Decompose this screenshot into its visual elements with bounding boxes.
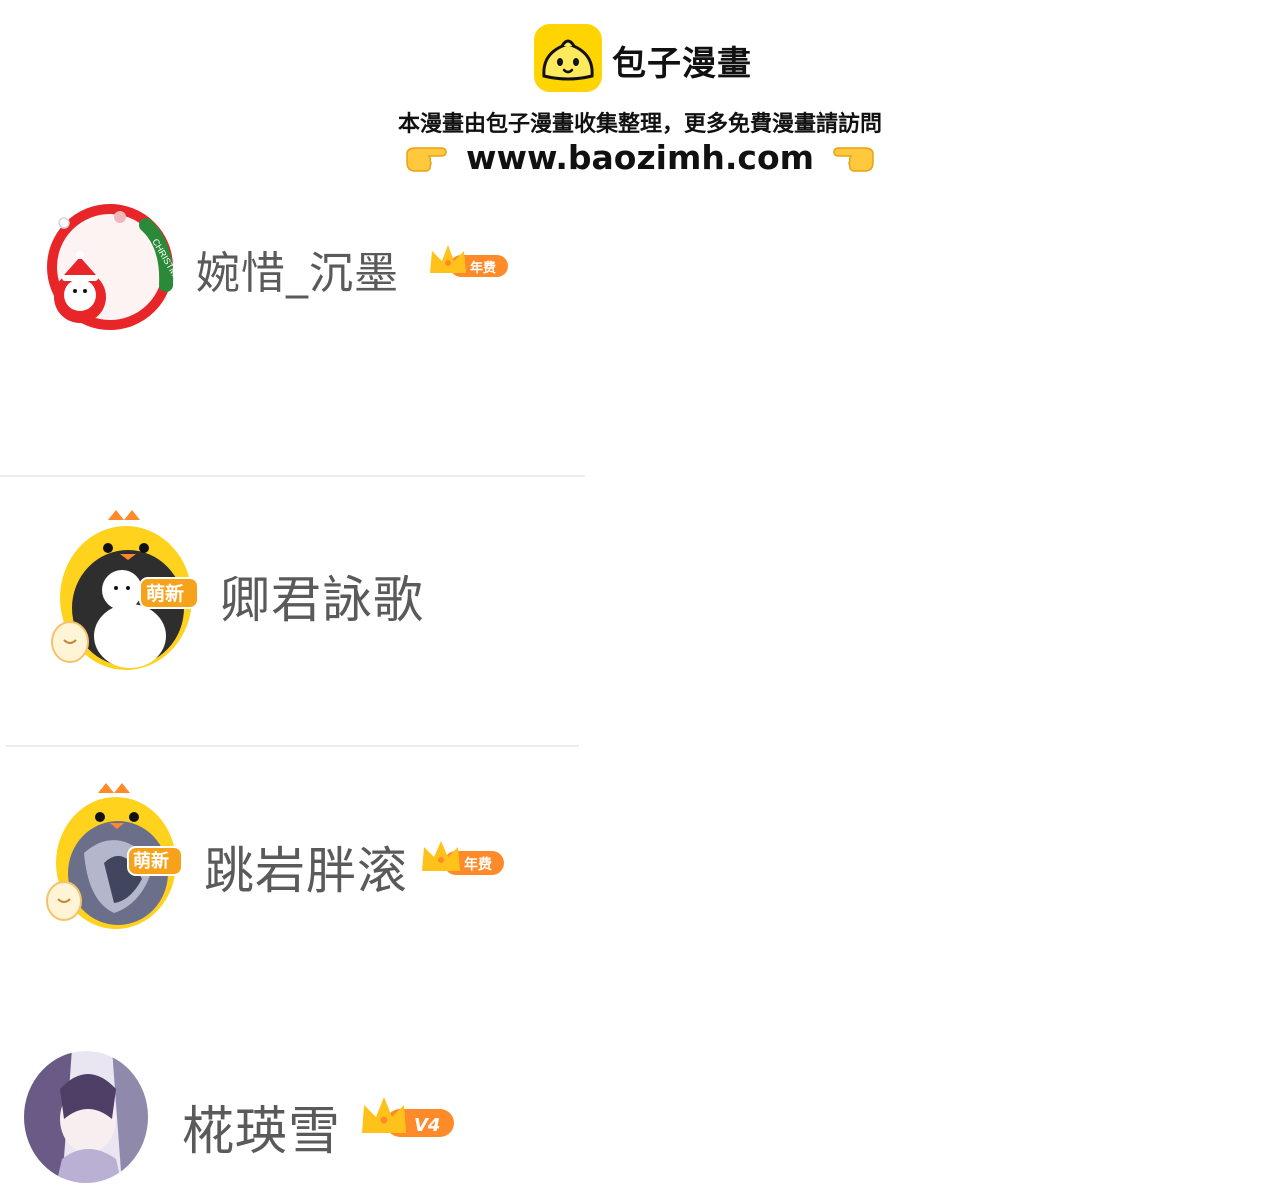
username[interactable]: 椛瑛雪	[182, 1089, 341, 1164]
user-row[interactable]: CHRISTMAS 婉惜_沉墨 年费	[0, 195, 600, 475]
site-link-row: www.baozimh.com	[0, 138, 1280, 180]
bun-logo-icon	[534, 24, 602, 92]
vip-badge-label: 年费	[464, 856, 492, 873]
pointing-left-hand-icon	[833, 142, 875, 174]
user-row[interactable]: 萌新 跳岩胖滚 年费	[0, 775, 600, 1015]
christmas-avatar-frame-icon[interactable]: CHRISTMAS	[40, 201, 185, 337]
annual-vip-badge: 年费	[420, 837, 506, 879]
v4-vip-badge: V4	[360, 1093, 456, 1141]
newbie-badge-label: 萌新	[133, 850, 169, 872]
brand-name: 包子漫畫	[612, 44, 752, 84]
site-url-link[interactable]: www.baozimh.com	[466, 138, 814, 177]
watermark-note: 本漫畫由包子漫畫收集整理，更多免費漫畫請訪問	[397, 112, 882, 137]
vip-badge-label: 年费	[470, 260, 496, 276]
vip-badge-label: V4	[414, 1115, 440, 1136]
divider	[0, 475, 585, 477]
annual-vip-badge: 年费	[428, 241, 510, 281]
username[interactable]: 卿君詠歌	[220, 560, 424, 632]
newbie-badge-label: 萌新	[146, 582, 184, 605]
username[interactable]: 跳岩胖滚	[204, 831, 408, 903]
pointing-right-hand-icon	[405, 142, 447, 174]
user-row[interactable]: 椛瑛雪 V4	[0, 1045, 600, 1195]
divider	[6, 745, 579, 747]
avatar[interactable]	[22, 1049, 152, 1185]
user-row[interactable]: 萌新 卿君詠歌	[0, 500, 600, 745]
brand-header: 包子漫畫	[0, 22, 1280, 96]
chick-avatar-frame-icon[interactable]: 萌新	[48, 510, 208, 670]
username[interactable]: 婉惜_沉墨	[196, 237, 399, 301]
chick-avatar-frame-icon[interactable]: 萌新	[44, 783, 190, 929]
